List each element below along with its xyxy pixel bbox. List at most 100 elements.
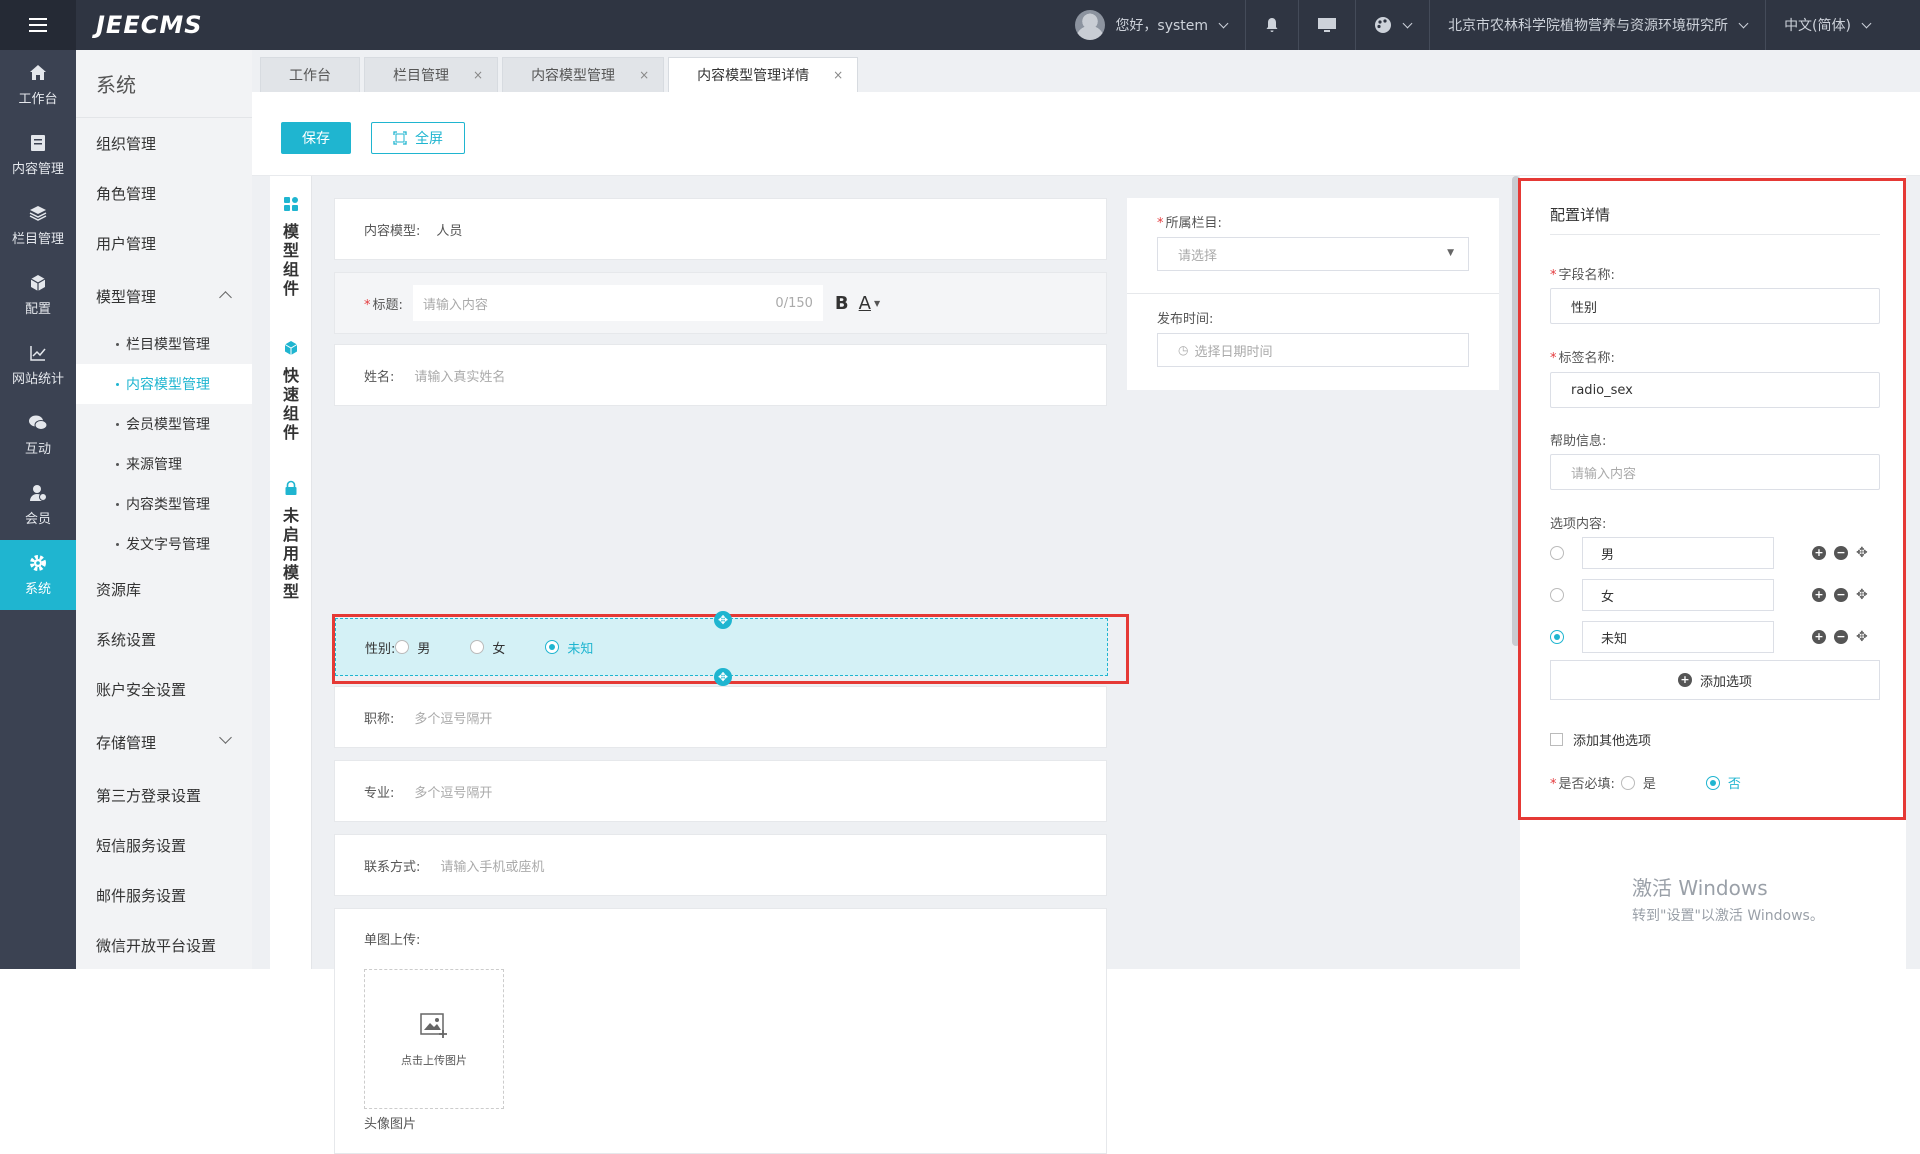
menu-item-sms[interactable]: 短信服务设置 xyxy=(76,820,252,870)
component-group-model[interactable]: 模型组件 xyxy=(270,196,312,298)
field-label: 单图上传: xyxy=(364,933,421,948)
rail-item-member[interactable]: 会员 xyxy=(0,470,76,540)
rail-item-content[interactable]: 内容管理 xyxy=(0,120,76,190)
radio[interactable] xyxy=(470,640,485,654)
menu-toggle-button[interactable] xyxy=(0,0,76,50)
menu-label: 栏目模型管理 xyxy=(126,337,210,353)
datetime-placeholder: 选择日期时间 xyxy=(1194,344,1273,360)
component-group-label: 未启用模型 xyxy=(283,506,300,601)
radio-label: 未知 xyxy=(567,641,594,657)
drag-handle-top-icon[interactable]: ✥ xyxy=(714,611,732,629)
field-label: 职称: xyxy=(364,711,395,727)
windows-activation-watermark: 激活 Windows 转到"设置"以激活 Windows。 xyxy=(1632,872,1824,925)
field-name[interactable]: 姓名: 请输入真实姓名 xyxy=(334,344,1107,406)
monitor-button[interactable] xyxy=(1299,0,1357,50)
field-content-model[interactable]: 内容模型: 人员 xyxy=(334,198,1107,260)
language-label: 中文(简体) xyxy=(1784,18,1851,34)
radio[interactable] xyxy=(545,640,560,654)
field-image-upload[interactable]: 单图上传: 点击上传图片 头像图片 xyxy=(334,908,1107,1154)
component-group-label: 快速组件 xyxy=(283,366,300,442)
menu-label: 存储管理 xyxy=(96,733,157,752)
radio-option-male[interactable]: 男 xyxy=(395,638,430,657)
component-group-quick[interactable]: 快速组件 xyxy=(270,340,312,442)
language-selector[interactable]: 中文(简体) xyxy=(1766,0,1920,50)
upload-box[interactable]: 点击上传图片 xyxy=(364,969,504,1109)
menu-item-storage[interactable]: 存储管理 xyxy=(76,714,252,770)
publish-time-field: 发布时间: ◷ 选择日期时间 xyxy=(1127,294,1499,390)
menu-item-user[interactable]: 用户管理 xyxy=(76,218,252,268)
caret-down-icon[interactable]: ▼ xyxy=(874,299,880,308)
fullscreen-button[interactable]: 全屏 xyxy=(371,122,465,154)
menu-item-third-party-login[interactable]: 第三方登录设置 xyxy=(76,770,252,820)
font-color-button[interactable]: A xyxy=(859,293,871,314)
rail-item-system[interactable]: 系统 xyxy=(0,540,76,610)
sub-item-doc-number[interactable]: 发文字号管理 xyxy=(76,524,252,564)
org-selector[interactable]: 北京市农林科学院植物营养与资源环境研究所 xyxy=(1430,0,1767,50)
datetime-input[interactable]: ◷ 选择日期时间 xyxy=(1157,333,1469,367)
field-job-title[interactable]: 职称: 多个逗号隔开 xyxy=(334,686,1107,748)
user-menu[interactable]: 您好，system xyxy=(1057,0,1247,50)
radio[interactable] xyxy=(395,640,410,654)
close-icon[interactable]: × xyxy=(473,68,483,82)
palette-icon xyxy=(1375,17,1392,33)
menu-item-account-security[interactable]: 账户安全设置 xyxy=(76,664,252,714)
menu-item-role[interactable]: 角色管理 xyxy=(76,168,252,218)
menu-item-resource[interactable]: 资源库 xyxy=(76,564,252,614)
title-input[interactable]: 请输入内容 0/150 xyxy=(412,285,823,321)
field-label: * 标题: xyxy=(364,297,403,313)
avatar xyxy=(1075,10,1106,40)
radio-label: 女 xyxy=(492,641,506,657)
tab-content-model-detail[interactable]: 内容模型管理详情 × xyxy=(668,57,859,92)
rail-label: 会员 xyxy=(24,512,51,527)
rail-item-column[interactable]: 栏目管理 xyxy=(0,190,76,260)
field-contact[interactable]: 联系方式: 请输入手机或座机 xyxy=(334,834,1107,896)
menu-label: 组织管理 xyxy=(96,134,157,153)
logo: JEECMS xyxy=(96,11,203,39)
notification-button[interactable] xyxy=(1246,0,1300,50)
chevron-down-icon xyxy=(1738,18,1749,28)
rail-item-config[interactable]: 配置 xyxy=(0,260,76,330)
menu-item-system-settings[interactable]: 系统设置 xyxy=(76,614,252,664)
tab-label: 栏目管理 xyxy=(393,68,449,84)
chart-icon xyxy=(28,343,48,363)
upload-label: 点击上传图片 xyxy=(401,1054,467,1067)
sub-item-content-model[interactable]: 内容模型管理 xyxy=(76,364,252,404)
tab-content-model[interactable]: 内容模型管理 × xyxy=(502,57,665,92)
bold-button[interactable]: B xyxy=(835,293,849,314)
close-icon[interactable]: × xyxy=(833,68,843,82)
rail-item-interact[interactable]: 互动 xyxy=(0,400,76,470)
rail-item-stats[interactable]: 网站统计 xyxy=(0,330,76,400)
sub-item-member-model[interactable]: 会员模型管理 xyxy=(76,404,252,444)
column-select[interactable]: 请选择 ▼ xyxy=(1157,237,1469,271)
rail-label: 工作台 xyxy=(18,92,58,107)
drag-handle-bottom-icon[interactable]: ✥ xyxy=(714,668,732,686)
component-group-disabled[interactable]: 未启用模型 xyxy=(270,480,312,601)
menu-label: 微信开放平台设置 xyxy=(96,936,217,955)
menu-item-org[interactable]: 组织管理 xyxy=(76,118,252,168)
field-label: 姓名: xyxy=(364,369,395,385)
sub-item-source[interactable]: 来源管理 xyxy=(76,444,252,484)
watermark-subtitle: 转到"设置"以激活 Windows。 xyxy=(1632,908,1824,924)
close-icon[interactable]: × xyxy=(639,68,649,82)
tab-workbench[interactable]: 工作台 xyxy=(260,57,360,92)
field-major[interactable]: 专业: 多个逗号隔开 xyxy=(334,760,1107,822)
tab-column[interactable]: 栏目管理 × xyxy=(364,57,499,92)
field-title[interactable]: * 标题: 请输入内容 0/150 B A ▼ xyxy=(334,272,1107,334)
menu-item-model[interactable]: 模型管理 xyxy=(76,268,252,324)
save-button[interactable]: 保存 xyxy=(281,122,351,154)
theme-button[interactable] xyxy=(1356,0,1431,50)
title-counter: 0/150 xyxy=(775,295,813,311)
menu-item-email[interactable]: 邮件服务设置 xyxy=(76,870,252,920)
secondary-menu: 系统 组织管理 角色管理 用户管理 模型管理 栏目模型管理 内容模型管理 会员模… xyxy=(76,50,252,969)
rail-item-workbench[interactable]: 工作台 xyxy=(0,50,76,120)
menu-item-wechat[interactable]: 微信开放平台设置 xyxy=(76,920,252,970)
field-label: 性别: xyxy=(365,641,396,657)
side-form: * 所属栏目: 请选择 ▼ 发布时间: ◷ 选择日期时间 xyxy=(1127,198,1499,390)
radio-option-female[interactable]: 女 xyxy=(470,638,505,657)
sub-item-content-type[interactable]: 内容类型管理 xyxy=(76,484,252,524)
grid-icon xyxy=(284,197,298,211)
sub-item-column-model[interactable]: 栏目模型管理 xyxy=(76,324,252,364)
radio-option-unknown[interactable]: 未知 xyxy=(545,638,593,657)
gear-icon xyxy=(28,553,48,573)
member-icon xyxy=(28,483,48,503)
